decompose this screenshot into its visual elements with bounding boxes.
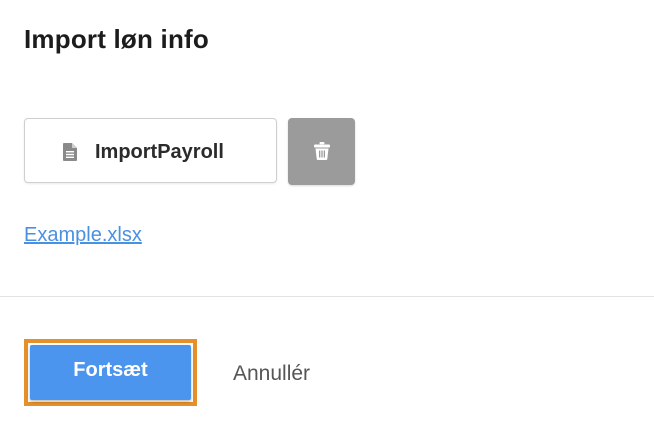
page-title: Import løn info [24,24,209,54]
cancel-button[interactable]: Annullér [233,362,310,386]
document-icon [63,143,77,161]
delete-file-button[interactable] [288,118,355,185]
continue-button[interactable]: Fortsæt [24,339,197,406]
continue-button-label: Fortsæt [30,345,191,400]
file-name: ImportPayroll [95,141,224,163]
divider [0,296,654,297]
trash-icon [314,142,330,160]
example-file-link[interactable]: Example.xlsx [24,224,142,247]
selected-file[interactable]: ImportPayroll [24,118,277,183]
import-payroll-dialog: Import løn info ImportPayroll Example.xl… [0,0,654,432]
